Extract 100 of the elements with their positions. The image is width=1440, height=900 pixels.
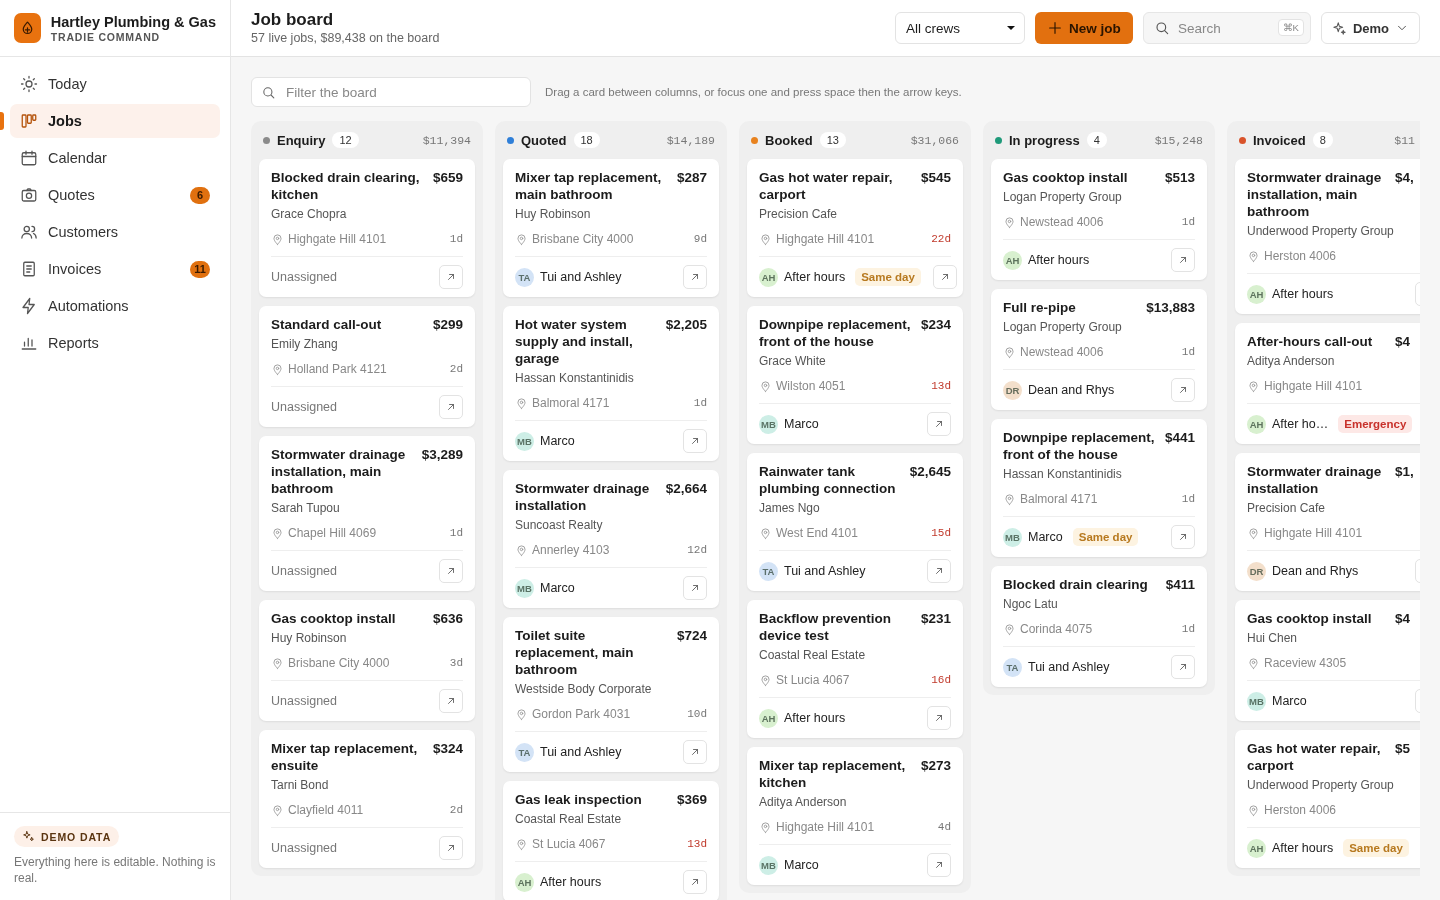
columns-icon [20,112,38,130]
job-card[interactable]: Stormwater drainage installation $2,664 Suncoast Realty Annerley 4103 12d MB Marco [503,470,719,608]
job-location: Highgate Hill 4101 [288,232,388,247]
caret-icon [1006,25,1017,31]
nav-item[interactable]: Invoices 11 [10,252,220,286]
open-button[interactable] [683,870,707,894]
open-button[interactable] [927,412,951,436]
job-age: 9d [693,232,707,247]
job-card[interactable]: Backflow prevention device test $231 Coastal Real Estate St Lucia 4067 16d AH After hours [747,600,963,738]
arrow-up-right-icon [1177,384,1189,396]
nav-item[interactable]: Quotes 6 [10,178,220,212]
job-card[interactable]: After-hours call-out $4 Aditya Anderson Highgate Hill 4101 AH After ho… Emergency [1235,323,1420,444]
assignee-name: Tui and Ashley [540,270,622,284]
filter-field[interactable]: Filter the board [251,77,531,107]
open-button[interactable] [683,740,707,764]
job-price: $13,883 [1146,299,1195,316]
open-button[interactable] [927,706,951,730]
column-count: 18 [573,132,600,148]
job-card[interactable]: Downpipe replacement, front of the house $234 Grace White Wilston 4051 13d MB Marco [747,306,963,444]
job-card[interactable]: Blocked drain clearing $411 Ngoc Latu Corinda 4075 1d TA Tui and Ashley [991,566,1207,687]
open-button[interactable] [1171,378,1195,402]
open-button[interactable] [1171,525,1195,549]
job-age: 16d [931,673,951,688]
page-title: Job board [251,10,335,30]
crew-select[interactable]: All crews [895,12,1026,44]
job-card[interactable]: Gas leak inspection $369 Coastal Real Estate St Lucia 4067 13d AH After hours [503,781,719,900]
open-button[interactable] [683,576,707,600]
customer-name: Logan Property Group [1003,320,1123,335]
location-pin-icon [515,838,528,851]
open-button[interactable] [1171,655,1195,679]
job-location: Brisbane City 4000 [532,232,635,247]
open-button[interactable] [683,265,707,289]
job-location: Raceview 4305 [1264,656,1348,671]
job-age: 4d [937,820,951,835]
nav-item[interactable]: Calendar [10,141,220,175]
arrow-up-right-icon [689,271,701,283]
job-age: 1d [449,526,463,541]
nav-item[interactable]: Automations [10,289,220,323]
avatar: TA [515,742,534,762]
job-title: Blocked drain clearing, kitchen [271,169,421,203]
job-card[interactable]: Mixer tap replacement, kitchen $273 Aditya Anderson Highgate Hill 4101 4d MB Marco [747,747,963,885]
column-total: $15,248 [1154,133,1203,147]
job-price: $513 [1164,169,1195,186]
customer-name: Grace Chopra [271,207,348,222]
job-card[interactable]: Blocked drain clearing, kitchen $659 Grace Chopra Highgate Hill 4101 1d Unassigned [259,159,475,297]
job-title: Downpipe replacement, front of the house [759,316,912,350]
priority-tag: Same day [1072,528,1139,546]
open-button[interactable] [439,395,463,419]
job-card[interactable]: Rainwater tank plumbing connection $2,645 James Ngo West End 4101 15d TA Tui and Ashley [747,453,963,591]
avatar: AH [515,872,534,892]
job-price: $231 [920,610,951,627]
job-card[interactable]: Hot water system supply and install, garage $2,205 Hassan Konstantinidis Balmoral 4171 1d MB Marco [503,306,719,461]
job-card[interactable]: Gas cooktop install $4 Hui Chen Raceview 4305 MB Marco [1235,600,1420,721]
nav-item[interactable]: Customers [10,215,220,249]
nav-item[interactable]: Reports [10,326,220,360]
job-card[interactable]: Gas cooktop install $513 Logan Property Group Newstead 4006 1d AH After hours [991,159,1207,280]
new-job-button[interactable]: New job [1035,12,1133,44]
open-button[interactable] [439,559,463,583]
open-button[interactable] [932,265,957,289]
arrow-up-right-icon [445,695,457,707]
location-pin-icon [759,527,772,540]
job-card[interactable]: Stormwater drainage installation, main bathroom $4, Underwood Property Group Herston 4006 AH After hours [1235,159,1420,314]
assignee-name: Dean and Rhys [1272,564,1359,578]
customer-name: Precision Cafe [759,207,839,222]
job-location: Corinda 4075 [1020,622,1094,637]
nav-item[interactable]: Today [10,67,220,101]
column-count: 12 [332,132,359,148]
open-button[interactable] [439,836,463,860]
job-card[interactable]: Gas cooktop install $636 Huy Robinson Brisbane City 4000 3d Unassigned [259,600,475,721]
open-button[interactable] [1171,248,1195,272]
job-card[interactable]: Mixer tap replacement, ensuite $324 Tarni Bond Clayfield 4011 2d Unassigned [259,730,475,868]
job-price: $299 [432,316,463,333]
open-button[interactable] [927,853,951,877]
nav-item[interactable]: Jobs [10,104,220,138]
job-card[interactable]: Full re-pipe $13,883 Logan Property Group Newstead 4006 1d DR Dean and Rhys [991,289,1207,410]
job-card[interactable]: Stormwater drainage installation $1, Precision Cafe Highgate Hill 4101 DR Dean and Rhys [1235,453,1420,591]
job-card[interactable]: Stormwater drainage installation, main bathroom $3,289 Sarah Tupou Chapel Hill 4069 1d Unassigned [259,436,475,591]
open-button[interactable] [927,559,951,583]
customer-name: Sarah Tupou [271,501,341,516]
location-pin-icon [271,804,284,817]
job-location: Balmoral 4171 [1020,492,1099,507]
job-card[interactable]: Mixer tap replacement, main bathroom $287 Huy Robinson Brisbane City 4000 9d TA Tui and Ashley [503,159,719,297]
open-button[interactable] [439,689,463,713]
job-price: $441 [1164,429,1195,446]
demo-button[interactable]: Demo [1320,12,1420,44]
job-age: 1d [1181,492,1195,507]
job-card[interactable]: Gas hot water repair, carport $545 Precision Cafe Highgate Hill 4101 22d AH After hours Same day [747,159,963,297]
job-card[interactable]: Toilet suite replacement, main bathroom $724 Westside Body Corporate Gordon Park 4031 10d TA Tui and Ashley [503,617,719,772]
job-card[interactable]: Standard call-out $299 Emily Zhang Holland Park 4121 2d Unassigned [259,306,475,427]
job-price: $287 [676,169,707,186]
column-total: $11,394 [422,133,471,147]
open-button[interactable] [683,429,707,453]
avatar: TA [515,267,534,287]
job-card[interactable]: Gas hot water repair, carport $5 Underwood Property Group Herston 4006 AH After hours Same day [1235,730,1420,868]
assignee-name: After hours [1272,287,1334,301]
job-card[interactable]: Downpipe replacement, front of the house $441 Hassan Konstantinidis Balmoral 4171 1d MB Marco Same day [991,419,1207,557]
job-age: 2d [449,803,463,818]
location-pin-icon [1247,657,1260,670]
location-pin-icon [1247,804,1260,817]
open-button[interactable] [439,265,463,289]
